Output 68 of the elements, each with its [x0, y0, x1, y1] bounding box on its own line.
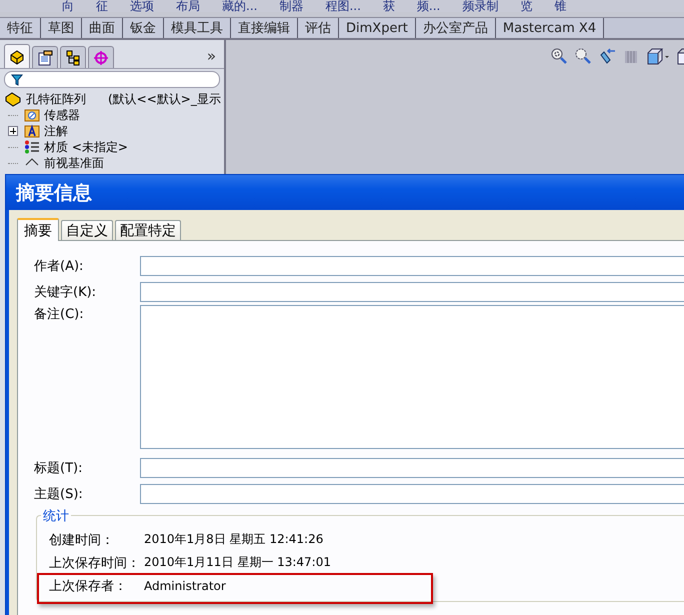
ribbon-label[interactable]: 向	[62, 0, 96, 12]
ribbon-label[interactable]: 藏的...	[222, 0, 280, 12]
stat-value: 2010年1月11日 星期一 13:47:01	[144, 554, 331, 571]
input-field[interactable]	[140, 256, 684, 276]
input-field[interactable]	[140, 484, 684, 504]
annotation-folder-icon	[24, 124, 40, 138]
command-tab[interactable]: DimXpert	[339, 18, 416, 38]
filter-icon	[11, 74, 23, 86]
part-icon	[9, 48, 25, 64]
panel-tab[interactable]	[60, 46, 86, 68]
window-title: 摘要信息	[16, 180, 92, 206]
field-label: 备注(C):	[34, 306, 85, 323]
field-label: 关键字(K):	[34, 284, 98, 301]
configuration-label: (默认<<默认>_显示	[108, 90, 221, 108]
command-tab[interactable]: 办公室产品	[416, 18, 496, 38]
input-field[interactable]	[140, 458, 684, 478]
part-icon	[4, 91, 22, 107]
field-label: 主题(S):	[34, 486, 84, 503]
tree-item[interactable]: 孔特征阵列	[26, 90, 86, 108]
document-icon	[37, 50, 53, 66]
command-tab[interactable]: 模具工具	[164, 18, 231, 38]
command-tab[interactable]: 特征	[0, 18, 41, 38]
ribbon-label[interactable]: 频...	[416, 0, 462, 12]
command-tab[interactable]: 钣金	[123, 18, 164, 38]
dialog-tab[interactable]: 配置特定	[115, 220, 181, 240]
command-tab[interactable]: Mastercam X4	[496, 18, 604, 38]
input-field[interactable]	[140, 282, 684, 302]
ribbon-label[interactable]: 征	[96, 0, 130, 12]
ribbon-label[interactable]: 布局	[176, 0, 222, 12]
sensor-folder-icon	[24, 108, 40, 122]
stat-label: 创建时间：	[48, 532, 115, 548]
tree-item[interactable]: 传感器	[44, 106, 80, 124]
dialog-tab[interactable]: 自定义	[61, 220, 113, 240]
ribbon-label[interactable]: 选项	[130, 0, 176, 12]
panel-tab[interactable]	[32, 46, 58, 68]
ribbon-label[interactable]: 频录制	[462, 0, 520, 12]
more-button[interactable]: »	[206, 47, 216, 65]
stat-value: Administrator	[144, 578, 226, 592]
stat-value: 2010年1月8日 星期五 12:41:26	[144, 531, 324, 548]
ribbon-label[interactable]: 程图...	[325, 0, 383, 12]
tree-item[interactable]: 注解	[44, 122, 68, 140]
command-tab[interactable]: 曲面	[82, 18, 123, 38]
command-tab[interactable]: 评估	[298, 18, 339, 38]
group-title: 统计	[41, 507, 71, 525]
previous-view-icon[interactable]	[598, 47, 616, 65]
field-label: 作者(A):	[34, 258, 84, 275]
stat-label: 上次保存时间：	[48, 554, 141, 572]
stat-label: 上次保存者：	[48, 578, 128, 594]
ribbon-label[interactable]: 制器	[279, 0, 326, 12]
panel-tab[interactable]	[4, 44, 30, 68]
command-tab[interactable]: 直接编辑	[231, 18, 298, 38]
crosshair-icon	[93, 50, 109, 66]
notes-field[interactable]	[140, 305, 684, 449]
view-orientation-icon[interactable]	[646, 47, 670, 65]
tree-item[interactable]: 材质 <未指定>	[44, 138, 128, 156]
ribbon-label[interactable]: 获	[382, 0, 417, 12]
ribbon-label[interactable]: 锥	[554, 0, 588, 12]
filter-field[interactable]	[4, 71, 220, 88]
command-tab[interactable]: 草图	[41, 18, 82, 38]
zoom-fit-icon[interactable]	[550, 47, 568, 65]
field-label: 标题(T):	[34, 460, 84, 477]
tree-icon	[65, 50, 81, 66]
tree-item[interactable]: 前视基准面	[44, 154, 104, 172]
material-icon	[24, 140, 40, 154]
dialog-tab[interactable]: 摘要	[17, 218, 59, 241]
expand-icon[interactable]	[8, 126, 18, 136]
ribbon-label[interactable]: 览	[520, 0, 554, 12]
zoom-area-icon[interactable]	[574, 47, 592, 65]
